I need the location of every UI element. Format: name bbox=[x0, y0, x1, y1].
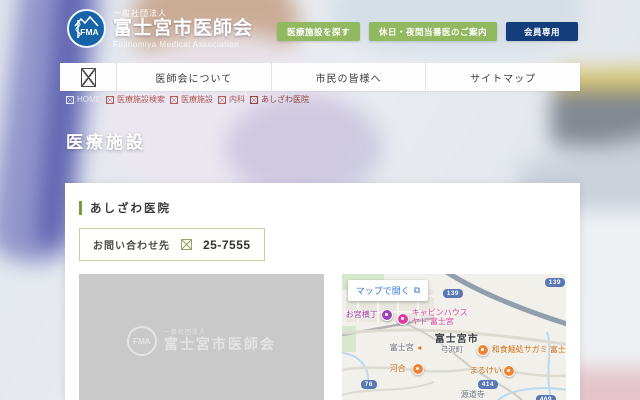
facility-heading: あしざわ医院 bbox=[79, 200, 566, 216]
contact-box: お問い合わせ先 25-7555 bbox=[79, 228, 265, 261]
search-facility-button[interactable]: 医療施設を探す bbox=[277, 22, 360, 41]
route-shield-76: 76 bbox=[361, 380, 377, 389]
page: FMA 一般社団法人 富士宮市医師会 Fujinomiya Medical As… bbox=[0, 0, 640, 400]
facility-card: あしざわ医院 お問い合わせ先 25-7555 FMA 一般社団法人 富士宮市医師… bbox=[65, 183, 580, 400]
breadcrumb-icon bbox=[250, 96, 258, 104]
watermark-logo-icon: FMA bbox=[127, 326, 157, 356]
org-logo[interactable]: FMA bbox=[67, 9, 106, 48]
members-only-button[interactable]: 会員専用 bbox=[506, 22, 578, 41]
nav-home-button[interactable] bbox=[60, 63, 116, 91]
breadcrumb-facility[interactable]: 医療施設 bbox=[170, 94, 213, 105]
nav-item-citizens[interactable]: 市民の皆様へ bbox=[272, 63, 426, 91]
watermark-org-name: 富士宮市医師会 bbox=[164, 337, 276, 352]
phone-number[interactable]: 25-7555 bbox=[203, 238, 251, 252]
phone-icon bbox=[181, 239, 192, 250]
route-shield-469: 469 bbox=[536, 395, 556, 400]
route-shield-139: 139 bbox=[443, 289, 463, 298]
map-label-sagami: 和食麺処サガミ 富士宮 bbox=[492, 346, 566, 355]
duty-doctor-button[interactable]: 休日・夜間当番医のご案内 bbox=[369, 22, 497, 41]
map-label-cabinhouse: キャビンハウス ヤド 富士宮 bbox=[412, 309, 468, 327]
breadcrumb: HOME 医療施設検索 医療施設 内科 あしざわ医院 bbox=[66, 94, 309, 105]
facility-columns: FMA 一般社団法人 富士宮市医師会 bbox=[79, 274, 566, 400]
route-shield-139b: 139 bbox=[545, 278, 565, 287]
open-map-button[interactable]: マップで開く ⧉ bbox=[348, 280, 428, 301]
breadcrumb-icon bbox=[170, 96, 178, 104]
facility-map[interactable]: マップで開く ⧉ お宮横丁 キャビンハウス ヤド 富士宮 富士宮市 富士宮◄ 弓… bbox=[342, 274, 566, 400]
map-pin-omiya[interactable] bbox=[381, 309, 393, 321]
fma-logo-icon: FMA bbox=[70, 12, 103, 45]
watermark-logo: FMA 一般社団法人 富士宮市医師会 bbox=[79, 326, 324, 356]
breadcrumb-home[interactable]: HOME bbox=[66, 95, 101, 104]
map-label-kawai: 河合 bbox=[390, 365, 406, 374]
contact-label: お問い合わせ先 bbox=[93, 237, 170, 252]
map-label-city: 富士宮市 bbox=[435, 334, 479, 345]
map-pin-sagami[interactable] bbox=[477, 344, 489, 356]
site-header: FMA 一般社団法人 富士宮市医師会 Fujinomiya Medical As… bbox=[0, 0, 640, 57]
station-icon: ◄ bbox=[416, 345, 423, 352]
map-pin-kawai[interactable] bbox=[412, 363, 424, 375]
home-icon bbox=[81, 68, 96, 87]
facility-name: あしざわ医院 bbox=[90, 200, 171, 216]
org-name: 富士宮市医師会 bbox=[113, 18, 253, 40]
header-buttons: 医療施設を探す 休日・夜間当番医のご案内 会員専用 bbox=[277, 22, 578, 41]
facility-photo-placeholder: FMA 一般社団法人 富士宮市医師会 bbox=[79, 274, 324, 400]
breadcrumb-internal-medicine[interactable]: 内科 bbox=[218, 94, 245, 105]
map-label-gendoji: 源道寺 bbox=[461, 391, 485, 400]
nav-item-about[interactable]: 医師会について bbox=[117, 63, 271, 91]
map-label-marukei: まるけい bbox=[470, 367, 502, 376]
map-label-station: 富士宮◄ bbox=[390, 344, 423, 353]
breadcrumb-search[interactable]: 医療施設検索 bbox=[106, 94, 165, 105]
nav-item-sitemap[interactable]: サイトマップ bbox=[426, 63, 580, 91]
breadcrumb-current: あしざわ医院 bbox=[250, 94, 309, 105]
map-pin-marukei[interactable] bbox=[503, 365, 515, 377]
heading-accent-bar bbox=[79, 201, 82, 215]
main-nav: 医師会について 市民の皆様へ サイトマップ bbox=[60, 63, 580, 91]
org-title-block: 一般社団法人 富士宮市医師会 Fujinomiya Medical Associ… bbox=[113, 9, 253, 49]
external-link-icon: ⧉ bbox=[414, 285, 420, 296]
map-label-yumizawa: 弓沢町 bbox=[441, 346, 464, 354]
breadcrumb-icon bbox=[106, 96, 114, 104]
page-title: 医療施設 bbox=[66, 128, 146, 153]
breadcrumb-icon bbox=[218, 96, 226, 104]
org-type: 一般社団法人 bbox=[113, 9, 253, 18]
map-label-omiya: お宮横丁 bbox=[346, 311, 378, 320]
map-pin-cabinhouse[interactable] bbox=[397, 313, 409, 325]
route-shield-414: 414 bbox=[478, 380, 498, 389]
org-name-en: Fujinomiya Medical Association bbox=[113, 40, 253, 49]
breadcrumb-icon bbox=[66, 96, 74, 104]
svg-text:FMA: FMA bbox=[80, 27, 98, 37]
